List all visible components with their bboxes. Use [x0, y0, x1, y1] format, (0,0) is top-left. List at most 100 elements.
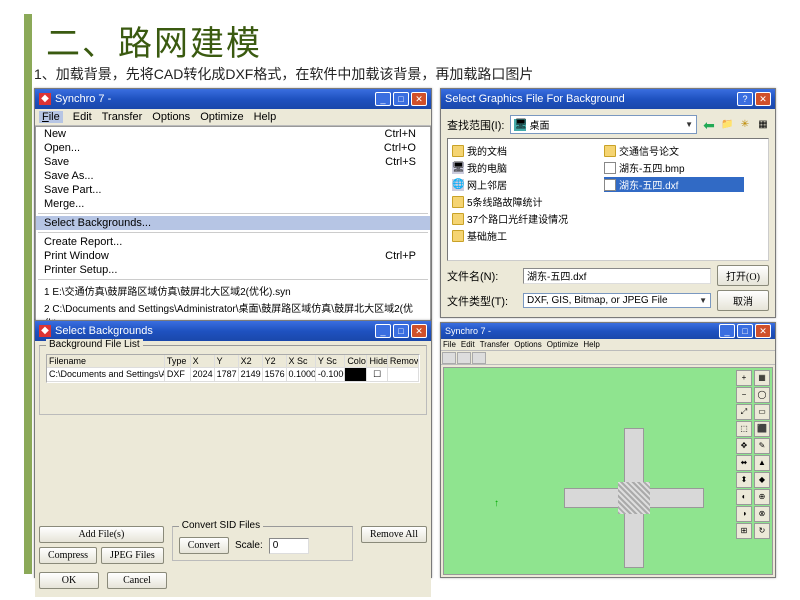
menubar[interactable]: File Edit Transfer Options Optimize Help	[441, 339, 775, 351]
tool-button[interactable]: ▲	[754, 455, 770, 471]
menu-options[interactable]: Options	[152, 111, 190, 123]
menu-file[interactable]: File	[39, 111, 63, 123]
list-item-selected[interactable]: 湖东-五四.dxf	[604, 177, 744, 192]
help-button[interactable]: ?	[737, 92, 753, 106]
col-x2[interactable]: X2	[239, 355, 263, 367]
tool-button[interactable]: ◯	[754, 387, 770, 403]
menu-optimize[interactable]: Optimize	[547, 340, 579, 349]
col-xsc[interactable]: X Sc	[287, 355, 316, 367]
list-item[interactable]: 我的文档	[452, 143, 592, 158]
menu-item-savepart[interactable]: Save Part...	[36, 183, 430, 197]
list-item[interactable]: 🌐网上邻居	[452, 177, 592, 192]
menu-item-merge[interactable]: Merge...	[36, 197, 430, 211]
tool-button[interactable]: ◆	[754, 472, 770, 488]
up-icon[interactable]: 📁	[721, 119, 733, 131]
tool-button[interactable]: ⊕	[754, 489, 770, 505]
tool-button[interactable]: ◑	[736, 506, 752, 522]
minimize-button[interactable]: _	[375, 92, 391, 106]
col-y2[interactable]: Y2	[263, 355, 287, 367]
col-filename[interactable]: Filename	[47, 355, 165, 367]
list-item[interactable]: 37个路口光纤建设情况	[452, 211, 752, 226]
col-remove[interactable]: Remove	[388, 355, 419, 367]
tool-button[interactable]: ✎	[754, 438, 770, 454]
cancel-button[interactable]: Cancel	[107, 572, 167, 589]
map-canvas[interactable]: ↑ ▦◯▭⬛✎▲◆⊕⊗↻ +−⤢⬚✥⬌⬍◐◑⊞	[443, 367, 773, 575]
remove-all-button[interactable]: Remove All	[361, 526, 427, 543]
hide-checkbox[interactable]: ☐	[367, 368, 387, 381]
cancel-button[interactable]: 取消	[717, 290, 769, 311]
tool-button[interactable]: ↻	[754, 523, 770, 539]
jpeg-files-button[interactable]: JPEG Files	[101, 547, 164, 564]
close-button[interactable]: ✕	[755, 324, 771, 338]
scale-input[interactable]	[269, 538, 309, 554]
tool-button[interactable]: ⬚	[736, 421, 752, 437]
tool-button[interactable]: ▭	[754, 404, 770, 420]
menu-options[interactable]: Options	[514, 340, 542, 349]
menu-item-select-backgrounds[interactable]: Select Backgrounds...	[36, 216, 430, 230]
col-type[interactable]: Type	[165, 355, 191, 367]
compress-button[interactable]: Compress	[39, 547, 97, 564]
background-grid[interactable]: Filename Type X Y X2 Y2 X Sc Y Sc Color …	[46, 354, 420, 383]
maximize-button[interactable]: □	[737, 324, 753, 338]
tool-button[interactable]: ⤢	[736, 404, 752, 420]
menu-item-print-window[interactable]: Print WindowCtrl+P	[36, 249, 430, 263]
close-button[interactable]: ✕	[411, 92, 427, 106]
toolbar-button[interactable]	[472, 352, 486, 364]
list-item[interactable]: 基础施工	[452, 228, 592, 243]
open-button[interactable]: 打开(O)	[717, 265, 769, 286]
titlebar[interactable]: ◆ Select Backgrounds _ □ ✕	[35, 321, 431, 341]
recent-file-1[interactable]: 1 E:\交通仿真\鼓屏路区域仿真\鼓屏北大区域2(优化).syn	[36, 282, 430, 299]
col-x[interactable]: X	[191, 355, 215, 367]
minimize-button[interactable]: _	[719, 324, 735, 338]
col-ysc[interactable]: Y Sc	[316, 355, 345, 367]
menu-file[interactable]: File	[443, 340, 456, 349]
filename-input[interactable]	[523, 268, 711, 284]
tool-button[interactable]: ✥	[736, 438, 752, 454]
tool-button[interactable]: +	[736, 370, 752, 386]
tool-button[interactable]: ⬛	[754, 421, 770, 437]
new-folder-icon[interactable]: ✳	[739, 119, 751, 131]
menu-item-printer-setup[interactable]: Printer Setup...	[36, 263, 430, 277]
toolbar-button[interactable]	[457, 352, 471, 364]
tool-button[interactable]: ⬌	[736, 455, 752, 471]
tool-button[interactable]: ▦	[754, 370, 770, 386]
back-icon[interactable]: ⬅	[703, 119, 715, 131]
lookin-dropdown[interactable]: 🖥桌面	[510, 115, 697, 134]
tool-button[interactable]: ◐	[736, 489, 752, 505]
menu-item-create-report[interactable]: Create Report...	[36, 235, 430, 249]
titlebar[interactable]: ◆ Synchro 7 - _ □ ✕	[35, 89, 431, 109]
menu-optimize[interactable]: Optimize	[200, 111, 243, 123]
tool-button[interactable]: ⬍	[736, 472, 752, 488]
list-item[interactable]: 湖东-五四.bmp	[604, 160, 744, 175]
tool-button[interactable]: ⊗	[754, 506, 770, 522]
file-list[interactable]: 我的文档 交通信号论文 🖥我的电脑 湖东-五四.bmp 🌐网上邻居 湖东-五四.…	[447, 138, 769, 261]
menu-transfer[interactable]: Transfer	[102, 111, 143, 123]
col-y[interactable]: Y	[215, 355, 239, 367]
list-item[interactable]: 交通信号论文	[604, 143, 744, 158]
add-files-button[interactable]: Add File(s)	[39, 526, 164, 543]
convert-button[interactable]: Convert	[179, 537, 229, 554]
minimize-button[interactable]: _	[375, 324, 391, 338]
menu-help[interactable]: Help	[254, 111, 277, 123]
maximize-button[interactable]: □	[393, 92, 409, 106]
toolbar-button[interactable]	[442, 352, 456, 364]
maximize-button[interactable]: □	[393, 324, 409, 338]
titlebar[interactable]: Select Graphics File For Background ? ✕	[441, 89, 775, 109]
list-item[interactable]: 5条线路故障统计	[452, 194, 592, 209]
menu-item-save[interactable]: SaveCtrl+S	[36, 155, 430, 169]
col-hide[interactable]: Hide	[367, 355, 387, 367]
close-button[interactable]: ✕	[755, 92, 771, 106]
ok-button[interactable]: OK	[39, 572, 99, 589]
menu-edit[interactable]: Edit	[73, 111, 92, 123]
table-row[interactable]: C:\Documents and Settings\Administrator\…	[47, 368, 419, 382]
menu-item-open[interactable]: Open...Ctrl+O	[36, 141, 430, 155]
col-color[interactable]: Color	[345, 355, 367, 367]
menu-transfer[interactable]: Transfer	[480, 340, 510, 349]
tool-button[interactable]: −	[736, 387, 752, 403]
menu-item-saveas[interactable]: Save As...	[36, 169, 430, 183]
tool-button[interactable]: ⊞	[736, 523, 752, 539]
filetype-dropdown[interactable]: DXF, GIS, Bitmap, or JPEG File	[523, 293, 711, 308]
titlebar[interactable]: Synchro 7 - _ □ ✕	[441, 323, 775, 339]
color-swatch[interactable]	[345, 368, 367, 381]
list-item[interactable]: 🖥我的电脑	[452, 160, 592, 175]
